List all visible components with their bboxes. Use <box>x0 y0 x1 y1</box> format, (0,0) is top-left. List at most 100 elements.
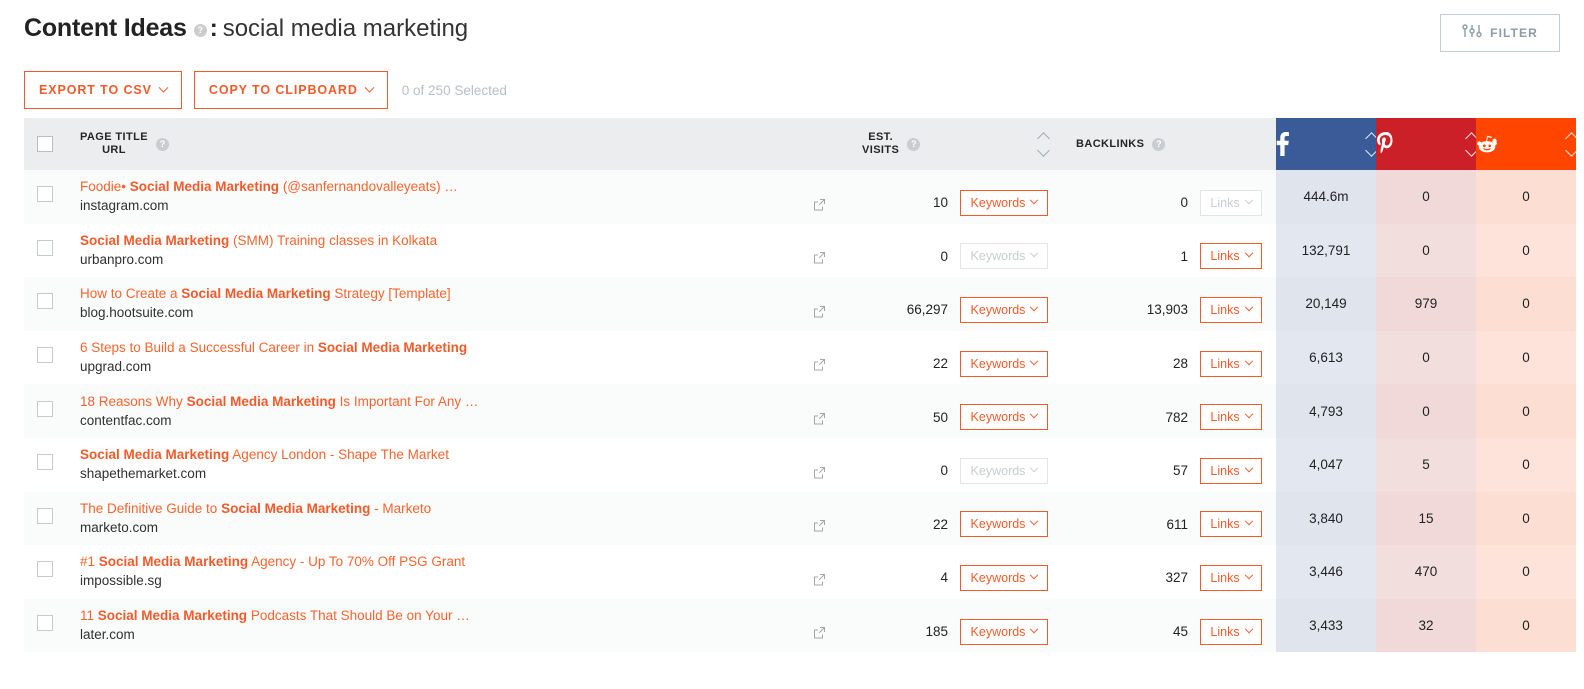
row-checkbox[interactable] <box>37 400 53 417</box>
links-button-label: Links <box>1210 570 1240 585</box>
row-select-cell[interactable] <box>24 491 66 546</box>
chevron-down-icon <box>1030 463 1039 473</box>
page-title: Content Ideas ? : social media marketing <box>24 14 1560 43</box>
backlinks-help-icon[interactable]: ? <box>1152 137 1166 151</box>
page-title-link[interactable]: The Definitive Guide to Social Media Mar… <box>80 500 848 518</box>
backlinks-value: 28 <box>1172 356 1188 372</box>
row-select-cell[interactable] <box>24 598 66 653</box>
table-row: 11 Social Media Marketing Podcasts That … <box>24 598 1576 653</box>
page-title-help-icon[interactable]: ? <box>155 137 169 151</box>
est-visits-value: 22 <box>932 516 948 532</box>
page-title-link[interactable]: Foodie• Social Media Marketing (@sanfern… <box>80 178 848 196</box>
chevron-down-icon <box>1030 570 1039 580</box>
row-select-cell[interactable] <box>24 170 66 224</box>
column-header-pinterest[interactable] <box>1376 118 1478 170</box>
page-title-link[interactable]: 6 Steps to Build a Successful Career in … <box>80 339 848 357</box>
links-button[interactable]: Links <box>1200 404 1262 431</box>
table-row: Foodie• Social Media Marketing (@sanfern… <box>24 170 1576 224</box>
row-checkbox[interactable] <box>37 507 53 524</box>
row-checkbox[interactable] <box>37 615 53 632</box>
external-link-icon[interactable] <box>813 519 826 537</box>
row-select-cell[interactable] <box>24 330 66 385</box>
keywords-button[interactable]: Keywords <box>960 511 1048 538</box>
page-url-text: later.com <box>80 627 135 643</box>
selected-count-label: 0 of 250 Selected <box>401 82 507 98</box>
external-link-icon[interactable] <box>813 198 826 216</box>
keywords-button[interactable]: Keywords <box>960 189 1048 216</box>
backlinks-value: 782 <box>1165 409 1188 425</box>
column-header-page-title[interactable]: PAGE TITLE URL ? <box>66 118 848 170</box>
est-visits-cell: 22 Keywords <box>848 491 1062 546</box>
external-link-icon[interactable] <box>813 466 826 484</box>
export-to-csv-button[interactable]: EXPORT TO CSV <box>24 71 182 109</box>
sort-est-visits-control[interactable] <box>1037 131 1050 157</box>
page-title-link[interactable]: #1 Social Media Marketing Agency - Up To… <box>80 553 848 571</box>
row-checkbox[interactable] <box>37 347 53 364</box>
row-checkbox[interactable] <box>37 561 53 578</box>
external-link-icon[interactable] <box>813 412 826 430</box>
sort-reddit-control[interactable] <box>1565 131 1578 157</box>
links-button[interactable]: Links <box>1200 618 1262 645</box>
reddit-icon <box>1476 133 1498 155</box>
backlinks-value: 45 <box>1172 624 1188 640</box>
keywords-button[interactable]: Keywords <box>960 350 1048 377</box>
table-body: Foodie• Social Media Marketing (@sanfern… <box>24 170 1576 653</box>
sort-facebook-control[interactable] <box>1365 131 1378 157</box>
est-visits-cell: 50 Keywords <box>848 384 1062 438</box>
row-checkbox[interactable] <box>37 186 53 203</box>
copy-to-clipboard-button[interactable]: COPY TO CLIPBOARD <box>193 71 388 109</box>
links-button[interactable]: Links <box>1200 350 1262 377</box>
sort-pinterest-control[interactable] <box>1465 131 1478 157</box>
title-help-icon[interactable]: ? <box>193 23 207 37</box>
sliders-icon <box>1462 23 1482 44</box>
links-button[interactable]: Links <box>1200 243 1262 270</box>
page-title-cell: #1 Social Media Marketing Agency - Up To… <box>66 545 848 599</box>
est-visits-help-icon[interactable]: ? <box>907 137 921 151</box>
page-title-link[interactable]: 11 Social Media Marketing Podcasts That … <box>80 607 848 625</box>
row-checkbox[interactable] <box>37 293 53 310</box>
links-button[interactable]: Links <box>1200 511 1262 538</box>
filter-button[interactable]: FILTER <box>1440 14 1560 52</box>
external-link-icon[interactable] <box>813 305 826 323</box>
page-title-link[interactable]: Social Media Marketing (SMM) Training cl… <box>80 232 848 250</box>
keywords-button[interactable]: Keywords <box>960 296 1048 323</box>
row-select-cell[interactable] <box>24 437 66 492</box>
column-header-page-title-label: PAGE TITLE URL <box>80 131 148 156</box>
chevron-down-icon <box>1030 356 1039 365</box>
page-title-link[interactable]: Social Media Marketing Agency London - S… <box>80 446 848 464</box>
row-select-cell[interactable] <box>24 384 66 438</box>
keywords-button[interactable]: Keywords <box>960 404 1048 431</box>
column-header-backlinks[interactable]: BACKLINKS ? <box>1062 118 1276 170</box>
links-button[interactable]: Links <box>1200 296 1262 323</box>
page-title-link[interactable]: How to Create a Social Media Marketing S… <box>80 285 848 303</box>
external-link-icon[interactable] <box>813 626 826 644</box>
chevron-down-icon <box>1244 356 1253 365</box>
external-link-icon[interactable] <box>813 573 826 591</box>
reddit-shares-cell: 0 <box>1476 545 1576 599</box>
table-row: Social Media Marketing Agency London - S… <box>24 437 1576 492</box>
column-header-facebook[interactable] <box>1276 118 1378 170</box>
external-link-icon[interactable] <box>813 358 826 376</box>
chevron-up-icon <box>1565 131 1578 145</box>
external-link-icon[interactable] <box>813 251 826 269</box>
column-header-est-visits[interactable]: EST. VISITS ? <box>848 118 1062 170</box>
reddit-shares-cell: 0 <box>1476 330 1576 385</box>
row-select-cell[interactable] <box>24 545 66 599</box>
keywords-button[interactable]: Keywords <box>960 564 1048 591</box>
row-select-cell[interactable] <box>24 277 66 331</box>
links-button[interactable]: Links <box>1200 564 1262 591</box>
column-header-select-all[interactable] <box>24 118 66 170</box>
page-url-text: upgrad.com <box>80 359 152 375</box>
reddit-shares-cell: 0 <box>1476 384 1576 438</box>
row-checkbox[interactable] <box>37 454 53 471</box>
page-header: Content Ideas ? : social media marketing… <box>0 0 1584 62</box>
column-header-reddit[interactable] <box>1476 118 1578 170</box>
keywords-button[interactable]: Keywords <box>960 618 1048 645</box>
links-button[interactable]: Links <box>1200 457 1262 484</box>
facebook-shares-cell: 4,047 <box>1276 437 1376 492</box>
est-visits-value: 66,297 <box>906 302 948 318</box>
row-select-cell[interactable] <box>24 223 66 278</box>
row-checkbox[interactable] <box>37 239 53 256</box>
select-all-checkbox[interactable] <box>37 136 53 152</box>
page-title-link[interactable]: 18 Reasons Why Social Media Marketing Is… <box>80 393 848 411</box>
